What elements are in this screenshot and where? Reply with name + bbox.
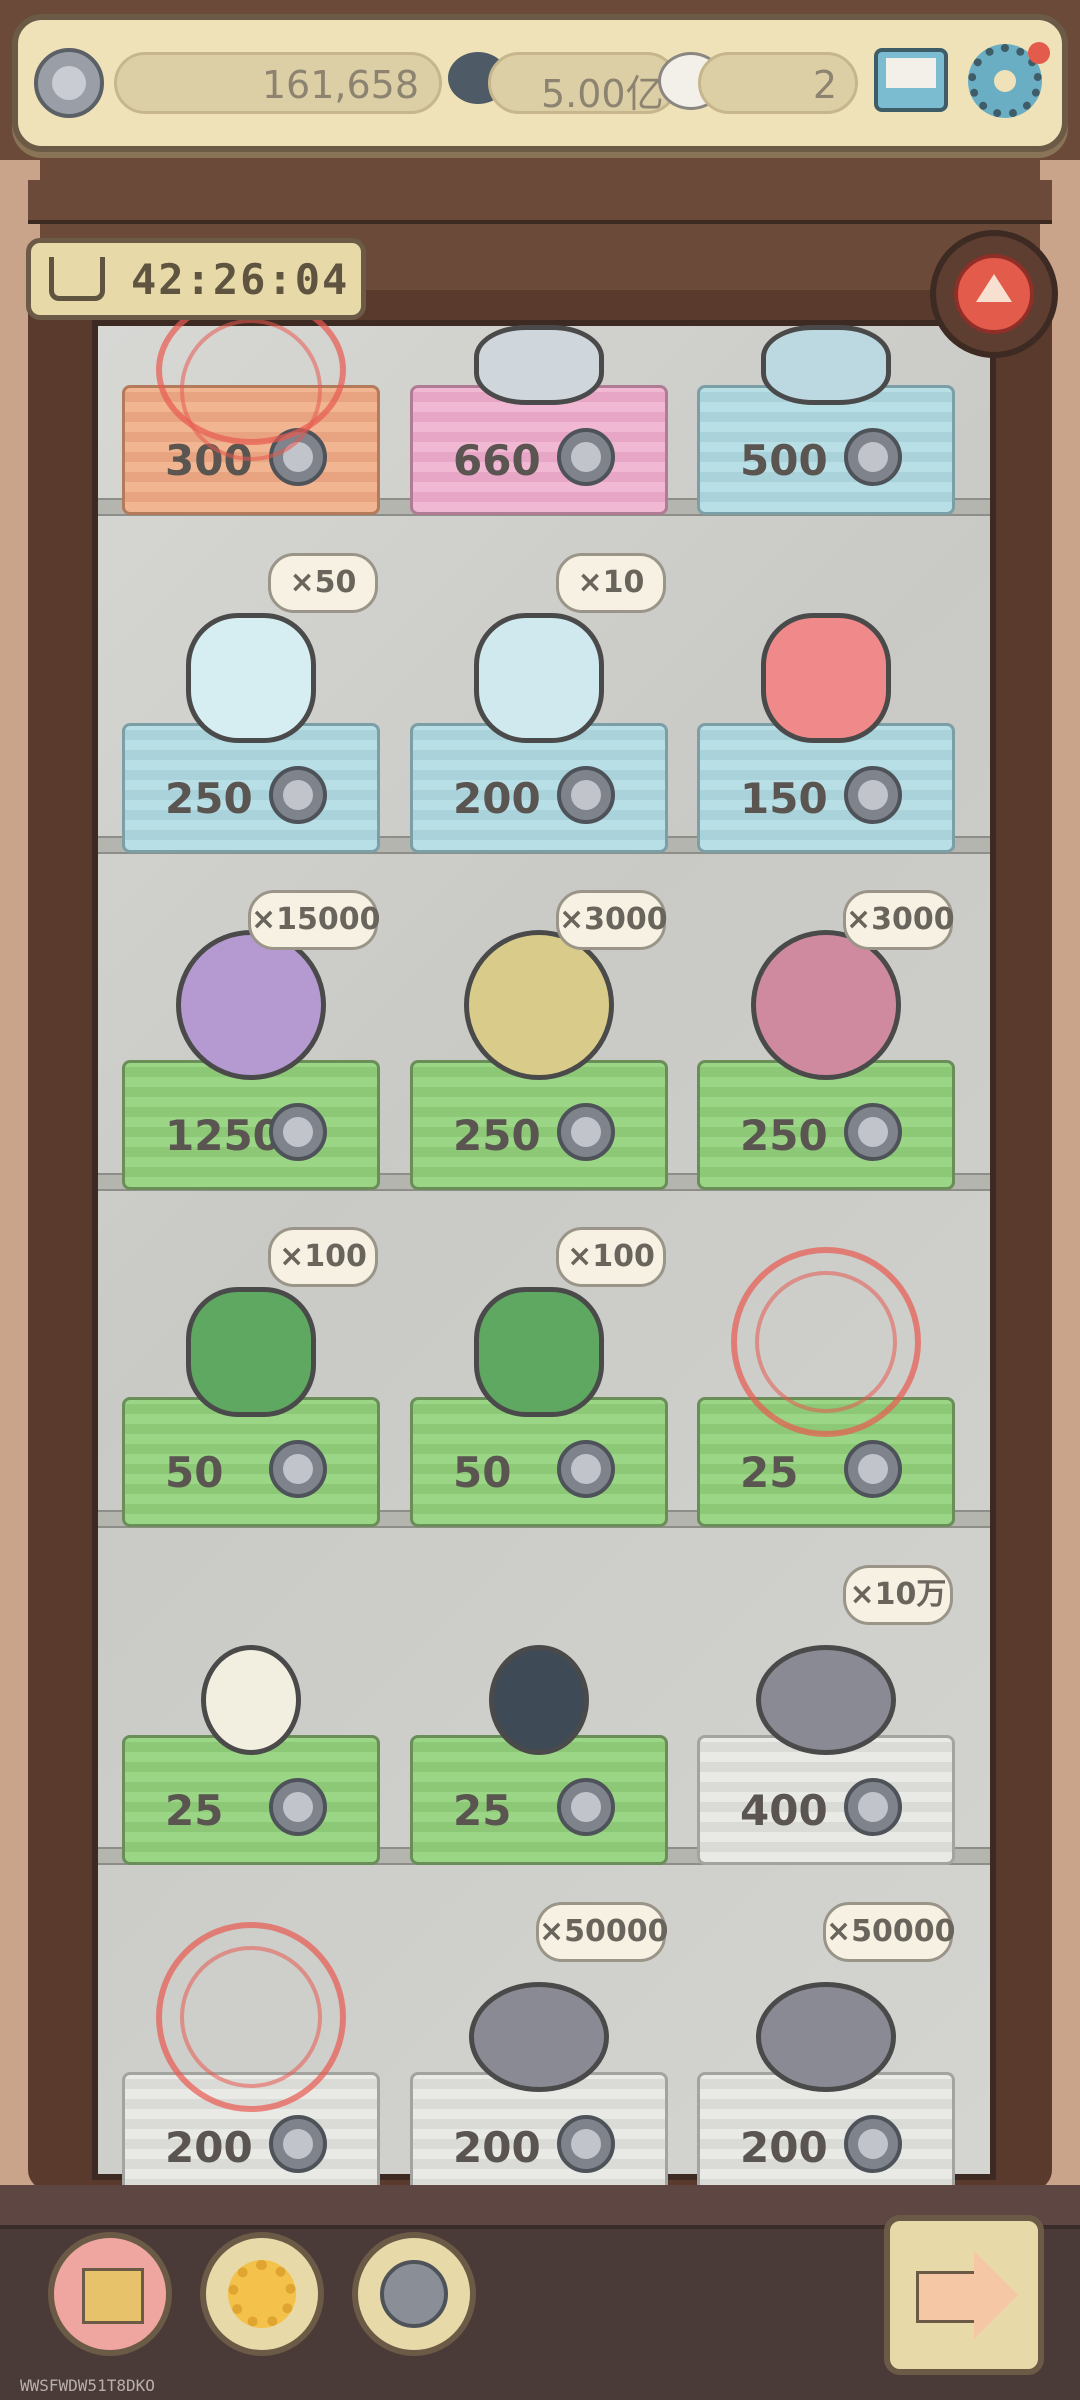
purple-germ-icon: [176, 930, 326, 1080]
coin-icon: [269, 766, 327, 824]
bucket-icon: [761, 325, 891, 405]
price-label: 150: [740, 774, 828, 823]
coin-icon: [380, 2260, 448, 2328]
price-label: 200: [453, 774, 541, 823]
watermark-text: WWSFWDW51T8DKO: [20, 2376, 155, 2395]
price-label: 250: [453, 1111, 541, 1160]
sold-stamp-icon: [731, 1247, 921, 1437]
bubble-value: 5.00亿: [541, 72, 664, 116]
green-paint-bucket-icon: [474, 1287, 604, 1417]
gift-box-button[interactable]: [48, 2232, 172, 2356]
water-bottle-icon: [186, 613, 316, 743]
price-label: 250: [740, 1111, 828, 1160]
price-label: 500: [740, 436, 828, 485]
coin-shop-button[interactable]: [352, 2232, 476, 2356]
notification-dot: [1028, 42, 1050, 64]
coin-icon: [557, 1440, 615, 1498]
quantity-bubble: ×50000: [536, 1902, 669, 1962]
sunflower-icon: [228, 2260, 296, 2328]
mail-icon[interactable]: [874, 48, 948, 112]
next-arrow-button[interactable]: [884, 2215, 1044, 2375]
yellow-germ-icon: [464, 930, 614, 1080]
red-germ-icon: [751, 930, 901, 1080]
price-label: 400: [740, 1786, 828, 1835]
price-label: 200: [740, 2123, 828, 2172]
coin-icon: [34, 48, 104, 118]
price-label: 660: [453, 436, 541, 485]
quantity-bubble: ×10万: [843, 1565, 953, 1625]
price-label: 50: [165, 1448, 224, 1497]
cart-icon: [49, 257, 105, 301]
white-pearl-pendant-icon: [201, 1645, 301, 1755]
speech-bubble-icon: [756, 1645, 896, 1755]
quantity-bubble: ×3000: [843, 890, 955, 950]
coin-icon: [269, 1103, 327, 1161]
coin-icon: [269, 1778, 327, 1836]
arrow-right-icon: [916, 2271, 982, 2323]
quantity-bubble: ×3000: [556, 890, 668, 950]
coin-counter: 161,658: [114, 52, 442, 114]
black-pearl-pendant-icon: [489, 1645, 589, 1755]
mirror-icon: [761, 613, 891, 743]
scroll-up-button[interactable]: [930, 230, 1058, 358]
quantity-bubble: ×15000: [248, 890, 381, 950]
quantity-bubble: ×50: [268, 553, 378, 613]
price-label: 200: [165, 2123, 253, 2172]
price-label: 25: [453, 1786, 512, 1835]
ghost-value: 2: [812, 63, 837, 107]
price-label: 1250: [165, 1111, 282, 1160]
bubble-counter: 5.00亿: [488, 52, 678, 116]
coin-icon: [557, 1103, 615, 1161]
scroll-tube-icon: [474, 613, 604, 743]
sold-stamp-icon: [156, 1922, 346, 2112]
coin-icon: [844, 1103, 902, 1161]
quantity-bubble: ×10: [556, 553, 666, 613]
coin-icon: [269, 1440, 327, 1498]
resource-bar: 161,658 5.00亿 2: [12, 14, 1068, 152]
coin-icon: [844, 766, 902, 824]
sunflower-button[interactable]: [200, 2232, 324, 2356]
gift-icon: [82, 2268, 144, 2324]
coin-value: 161,658: [261, 63, 419, 107]
ghost-counter: 2: [698, 52, 858, 114]
coin-icon: [844, 1440, 902, 1498]
price-label: 200: [453, 2123, 541, 2172]
coin-icon: [844, 1778, 902, 1836]
quantity-bubble: ×100: [268, 1227, 378, 1287]
timer-text: 42:26:04: [131, 255, 350, 304]
coin-icon: [557, 1778, 615, 1836]
shop-timer-panel: 42:26:04: [26, 238, 366, 320]
price-label: 50: [453, 1448, 512, 1497]
quantity-bubble: ×50000: [823, 1902, 956, 1962]
coin-icon: [844, 428, 902, 486]
coin-icon: [844, 2115, 902, 2173]
frame-beam: [28, 180, 1052, 224]
telescope-icon: [474, 325, 604, 405]
speech-bubble-icon: [469, 1982, 609, 2092]
coin-icon: [557, 428, 615, 486]
price-label: 25: [165, 1786, 224, 1835]
coin-icon: [557, 766, 615, 824]
green-paint-bucket-icon: [186, 1287, 316, 1417]
price-label: 25: [740, 1448, 799, 1497]
coin-icon: [269, 2115, 327, 2173]
quantity-bubble: ×100: [556, 1227, 666, 1287]
price-label: 250: [165, 774, 253, 823]
coin-icon: [557, 2115, 615, 2173]
speech-bubble-icon: [756, 1982, 896, 2092]
shop-glass-case: [92, 320, 996, 2180]
